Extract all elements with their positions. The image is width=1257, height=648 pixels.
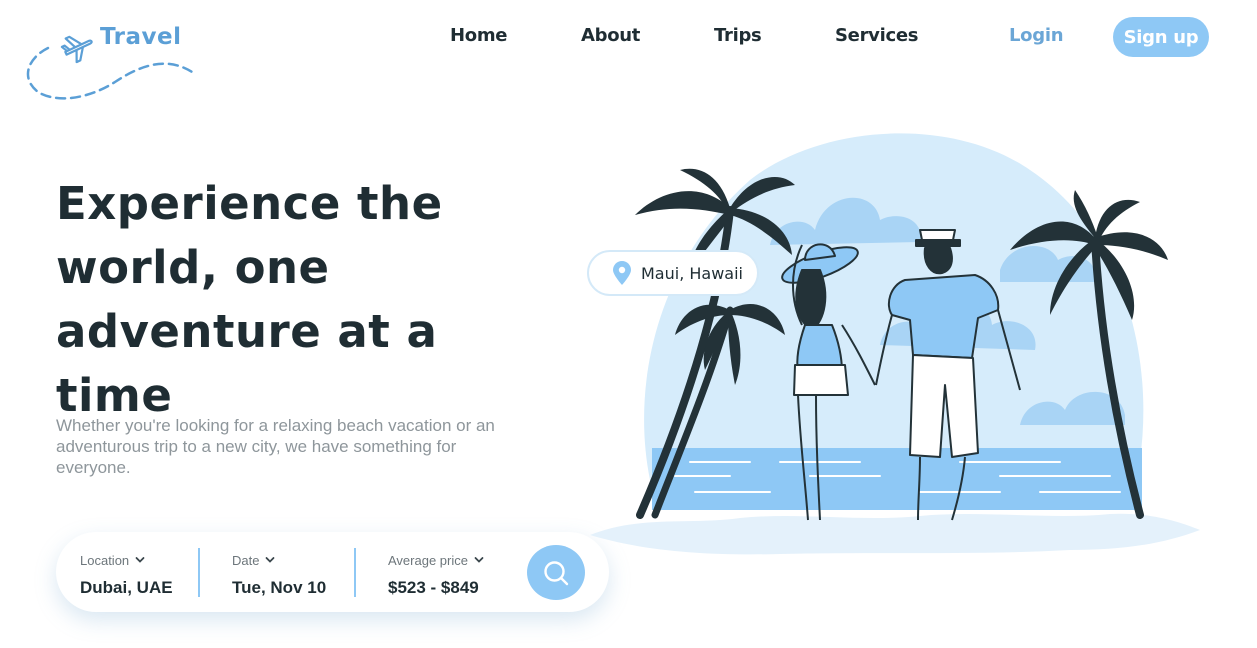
login-link[interactable]: Login (1009, 25, 1064, 46)
date-label: Date (232, 552, 260, 568)
hero-title-line-2: world, one (56, 241, 330, 294)
location-label-row: Location (80, 552, 173, 568)
location-badge-label: Maui, Hawaii (641, 263, 743, 283)
nav-home[interactable]: Home (450, 25, 508, 46)
nav-services[interactable]: Services (835, 25, 918, 46)
chevron-down-icon (474, 557, 484, 563)
hero-title-line-3: adventure at a time (56, 305, 438, 422)
price-field[interactable]: Average price $523 - $849 (388, 552, 484, 598)
nav-trips[interactable]: Trips (714, 25, 762, 46)
date-label-row: Date (232, 552, 326, 568)
search-icon (544, 560, 569, 585)
nav-about[interactable]: About (581, 25, 640, 46)
signup-button[interactable]: Sign up (1113, 17, 1209, 57)
hero-subtitle: Whether you're looking for a relaxing be… (56, 416, 495, 477)
hero-title-line-1: Experience the (56, 177, 443, 230)
field-divider (198, 548, 200, 597)
price-label-row: Average price (388, 552, 484, 568)
location-badge[interactable]: Maui, Hawaii (587, 250, 759, 296)
price-value: $523 - $849 (388, 578, 479, 597)
location-label: Location (80, 552, 130, 568)
search-card: Location Dubai, UAE Date Tue, Nov 10 Ave… (56, 532, 609, 612)
date-value: Tue, Nov 10 (232, 578, 327, 597)
chevron-down-icon (135, 557, 145, 563)
date-field[interactable]: Date Tue, Nov 10 (232, 552, 326, 598)
location-value: Dubai, UAE (80, 578, 173, 597)
search-button[interactable] (527, 545, 585, 600)
location-field[interactable]: Location Dubai, UAE (80, 552, 173, 598)
beach-couple-illustration (590, 133, 1200, 555)
price-label: Average price (388, 552, 468, 568)
field-divider (354, 548, 356, 597)
main-nav: Home About Trips Services (0, 25, 1257, 55)
chevron-down-icon (266, 557, 275, 563)
location-pin-icon (613, 261, 631, 285)
hero-title: Experience the world, one adventure at a… (56, 172, 536, 428)
